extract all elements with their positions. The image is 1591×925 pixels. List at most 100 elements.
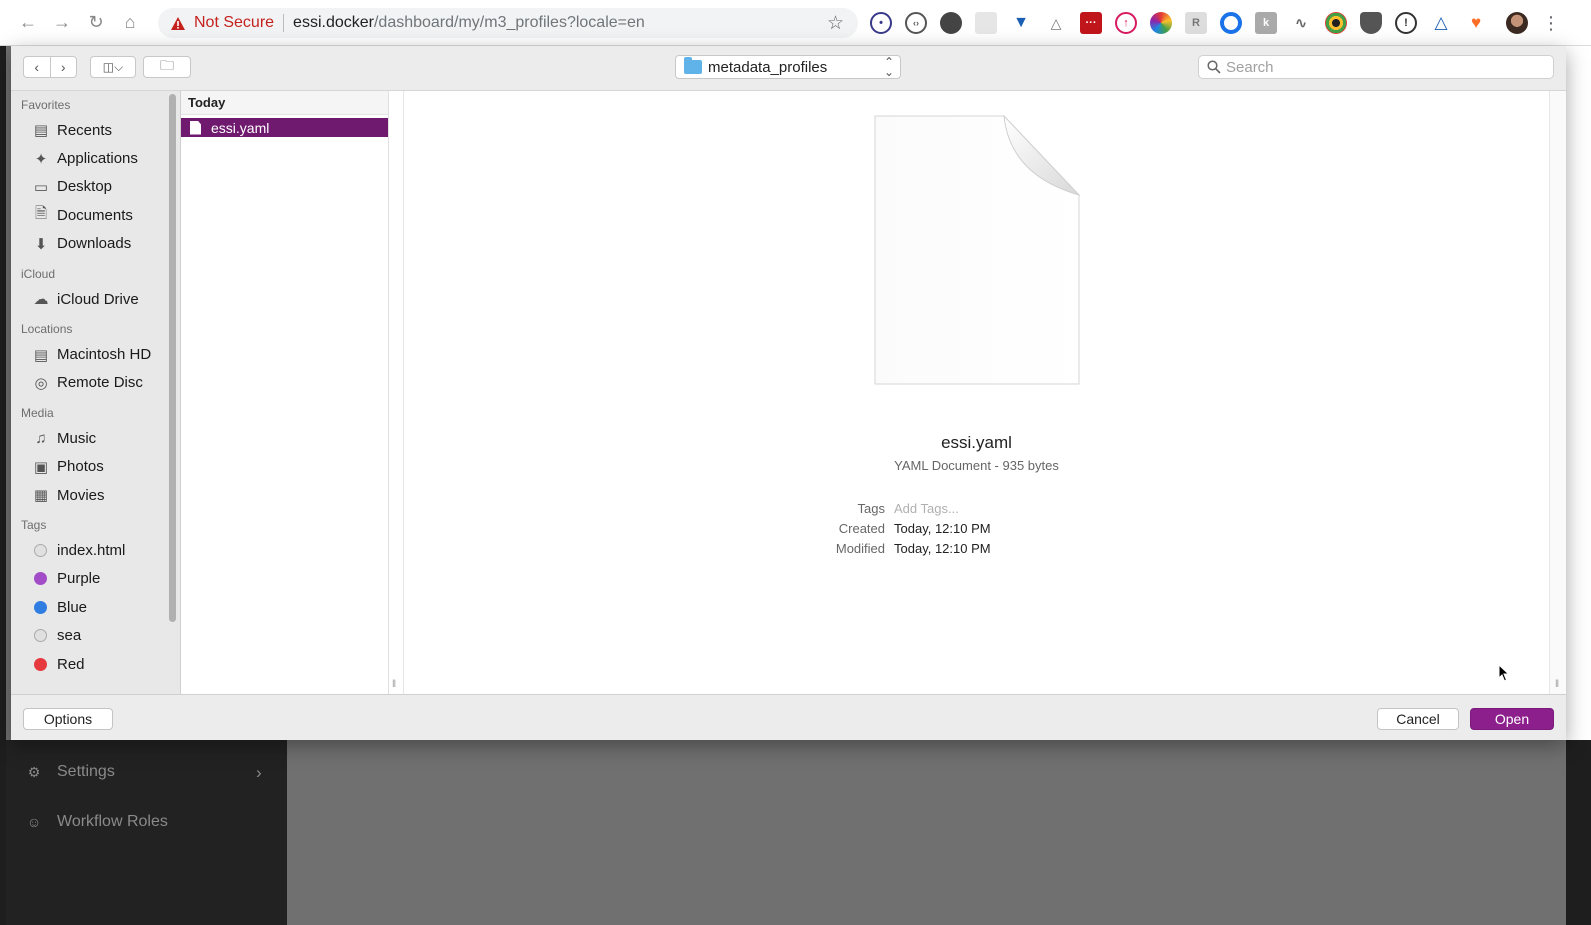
tag-color-icon: [34, 657, 47, 671]
meta-value: Today, 12:10 PM: [894, 520, 991, 536]
search-field[interactable]: [1198, 55, 1554, 79]
sidebar-item-remote-disc[interactable]: ◎ Remote Disc: [11, 369, 180, 397]
users-icon: ☺: [26, 814, 42, 830]
sidebar-item-photos[interactable]: ▣ Photos: [11, 453, 180, 481]
new-folder-button[interactable]: 🗀: [143, 56, 191, 78]
browser-menu-icon[interactable]: ⋮: [1542, 13, 1560, 34]
sidebar-section-title: Tags: [21, 518, 47, 533]
url-host: essi.docker: [293, 14, 374, 31]
tag-color-icon: [34, 543, 47, 557]
sidebar-item-label: Red: [57, 655, 85, 673]
sidebar-item-applications[interactable]: ✦ Applications: [11, 144, 180, 172]
preview-file-kind: YAML Document - 935 bytes: [894, 458, 1059, 473]
columns-view-icon: ◫⌵: [102, 59, 124, 74]
search-icon: [1207, 60, 1221, 74]
window-right-edge-dark: [1566, 740, 1591, 925]
extension-circle-icon[interactable]: [940, 12, 962, 34]
cloud-icon: ☁: [33, 291, 49, 309]
sidebar-item-icloud-drive[interactable]: ☁ iCloud Drive: [11, 285, 180, 313]
tag-color-icon: [34, 629, 47, 643]
extension-target-icon[interactable]: •: [870, 12, 892, 34]
file-row-selected[interactable]: essi.yaml: [181, 118, 388, 137]
options-button[interactable]: Options: [23, 708, 113, 730]
forward-chevron-icon[interactable]: ›: [51, 57, 77, 77]
downloads-icon: ⬇: [34, 235, 48, 253]
finder-sidebar: Favorites ▤ Recents ✦ Applications ▭ Desktop 🗎 D…: [11, 91, 181, 694]
meta-key: Modified: [835, 540, 885, 556]
home-icon[interactable]: ⌂: [116, 9, 144, 37]
sidebar-item-label: Blue: [57, 598, 88, 616]
add-tags-field[interactable]: Add Tags...: [894, 501, 959, 516]
view-mode-button[interactable]: ◫⌵: [90, 56, 136, 78]
sidebar-item-movies[interactable]: ▦ Movies: [11, 481, 180, 509]
sidebar-item-label: Movies: [57, 486, 105, 504]
sidebar-item-label: index.html: [57, 541, 126, 559]
address-bar[interactable]: Not Secure essi.docker/dashboard/my/m3_p…: [158, 8, 858, 38]
applications-icon: ✦: [34, 150, 48, 168]
location-popup[interactable]: metadata_profiles ⌃ ⌄: [675, 55, 901, 79]
cancel-button[interactable]: Cancel: [1377, 708, 1459, 730]
extension-info-icon[interactable]: !: [1395, 12, 1417, 34]
sidebar-item-index-html[interactable]: index.html: [11, 536, 180, 564]
sidebar-item-recents[interactable]: ▤ Recents: [11, 116, 180, 144]
search-input[interactable]: [1226, 58, 1526, 76]
extension-k-icon[interactable]: k: [1255, 12, 1277, 34]
location-label: metadata_profiles: [708, 58, 828, 76]
preview-metadata: Tags Add Tags... Created Today, 12:10 PM…: [784, 498, 1144, 558]
preview-scroll-area: ‖: [1549, 91, 1566, 694]
extension-grid-icon[interactable]: [975, 12, 997, 34]
open-button[interactable]: Open: [1470, 708, 1554, 730]
sidebar-scrollbar[interactable]: [169, 94, 176, 622]
extension-shield-icon[interactable]: [1360, 12, 1382, 34]
sidebar-item-purple[interactable]: Purple: [11, 565, 180, 593]
extension-gitlab-icon[interactable]: ♥: [1465, 12, 1487, 34]
extension-eye-icon[interactable]: [1325, 12, 1347, 34]
preview-resize-handle[interactable]: ‖: [1555, 679, 1559, 690]
app-menu-workflow-roles[interactable]: ☺ Workflow Roles: [24, 812, 168, 832]
forward-arrow-icon[interactable]: →: [48, 9, 76, 37]
reload-icon[interactable]: ↻: [82, 9, 110, 37]
sidebar-item-label: Purple: [57, 570, 101, 588]
column-header: Today: [181, 91, 388, 115]
security-label: Not Secure: [194, 14, 275, 31]
app-menu-label: Settings: [57, 763, 115, 780]
disc-icon: ◎: [34, 374, 48, 392]
profile-avatar[interactable]: [1506, 12, 1528, 34]
extension-code-icon[interactable]: ‹›: [905, 12, 927, 34]
sidebar-item-desktop[interactable]: ▭ Desktop: [11, 173, 180, 201]
extension-ring-icon[interactable]: [1220, 12, 1242, 34]
sidebar-item-blue[interactable]: Blue: [11, 593, 180, 621]
preview-file-name: essi.yaml: [941, 433, 1012, 452]
extension-r-icon[interactable]: R: [1185, 12, 1207, 34]
music-icon: ♫: [35, 429, 47, 447]
sidebar-item-label: Photos: [57, 458, 104, 476]
document-icon: [190, 120, 201, 135]
meta-key: Tags: [857, 500, 885, 516]
chevron-right-icon[interactable]: ›: [256, 763, 262, 783]
bookmark-star-icon[interactable]: ☆: [827, 12, 844, 35]
extension-triangle-icon[interactable]: △: [1430, 12, 1452, 34]
back-arrow-icon[interactable]: ←: [14, 9, 42, 37]
file-name: essi.yaml: [211, 119, 270, 136]
sidebar-item-documents[interactable]: 🗎 Documents: [11, 201, 180, 229]
back-chevron-icon[interactable]: ‹: [24, 57, 50, 77]
extension-wave-icon[interactable]: ∿: [1290, 12, 1312, 34]
meta-created-row: Created Today, 12:10 PM: [784, 518, 1144, 538]
column-resize-handle[interactable]: ‖: [392, 679, 396, 690]
extension-tree-icon[interactable]: △: [1045, 12, 1067, 34]
app-menu-settings[interactable]: ⚙ Settings: [24, 762, 115, 782]
sidebar-section-title: Locations: [21, 322, 73, 337]
meta-value: Today, 12:10 PM: [894, 540, 991, 556]
sidebar-item-downloads[interactable]: ⬇ Downloads: [11, 230, 180, 258]
sidebar-item-macintosh-hd[interactable]: ▤ Macintosh HD: [11, 340, 180, 368]
sidebar-item-music[interactable]: ♫ Music: [11, 424, 180, 452]
extension-v-icon[interactable]: ▼: [1010, 12, 1032, 34]
folder-icon: [684, 57, 702, 74]
extension-upload-icon[interactable]: ↑: [1115, 12, 1137, 34]
extension-lastpass-icon[interactable]: ···: [1080, 12, 1102, 34]
extension-color-icon[interactable]: [1150, 12, 1172, 34]
document-preview-icon: [874, 115, 1080, 385]
sidebar-item-sea[interactable]: sea: [11, 621, 180, 649]
address-divider: [283, 14, 285, 32]
sidebar-item-red[interactable]: Red: [11, 650, 180, 678]
